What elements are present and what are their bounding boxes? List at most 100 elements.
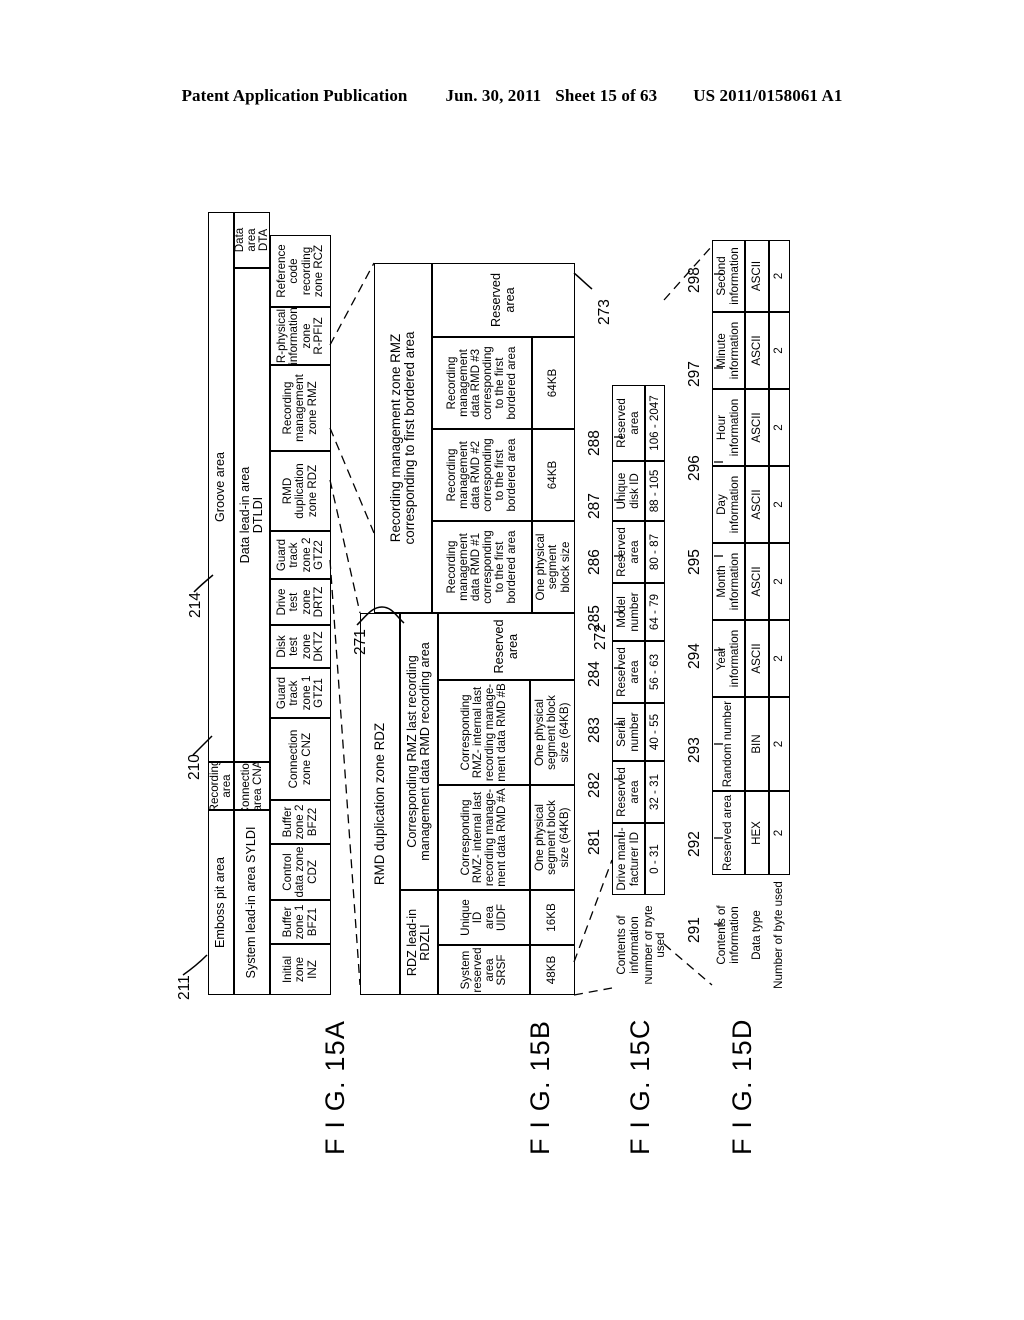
fig15d-content-6: Minute information	[712, 312, 745, 389]
fig15a-groove-area: Groove area	[208, 212, 234, 762]
fig15b-caption: F I G. 15B	[525, 1019, 555, 1155]
fig15d-bytes-0: 2	[769, 791, 790, 875]
fig15c-bytes-6: 88 - 105	[645, 461, 665, 521]
fig15a-zone-initial: Initial zone INZ	[270, 944, 331, 995]
fig15b-group-last-recording-area: Corresponding RMZ last recording managem…	[400, 613, 438, 890]
fig15b2-size-64kb-b: 64KB	[532, 337, 575, 429]
fig15d-table-wrapper: Contents of information Data type Number…	[712, 240, 790, 995]
fig15d-type-4: ASCII	[745, 466, 769, 543]
fig15c-bytes-2: 40 - 55	[645, 703, 665, 761]
fig15b-size-16kb: 16KB	[530, 890, 575, 945]
fig15b2-size-one-physical: One physical segment block size	[532, 521, 575, 613]
fig15c-content-4: Model number	[612, 583, 645, 641]
fig15c-caption: F I G. 15C	[625, 1018, 655, 1155]
fig15d-caption: F I G. 15D	[727, 1018, 757, 1155]
fig15a-system-lead-in-area: System lead-in area SYLDI	[234, 810, 270, 995]
fig15d-content-3: Month information	[712, 543, 745, 620]
fig15b-cell-unique-id: Unique ID area UIDF	[438, 890, 530, 945]
fig15a-table: Emboss pit area Recording area Groove ar…	[208, 212, 331, 995]
numeral-287: 287	[586, 493, 603, 519]
fig15c-content-0: Drive manu- facturer ID	[612, 823, 645, 895]
fig15b-cell-rmd-b: Corresponding RMZ- internal last recordi…	[438, 680, 530, 785]
fig15b-group-rdz-lead-in: RDZ lead-in RDZLI	[400, 890, 438, 995]
fig15c-bytes-5: 80 - 87	[645, 521, 665, 583]
fig15d-bytes-2: 2	[769, 620, 790, 697]
fig15b-size-b: One physical segment block size (64KB)	[530, 680, 575, 785]
fig15a-zone-guard-track1: Guard track zone 1 GTZ1	[270, 668, 331, 718]
fig15b-size-48kb: 48KB	[530, 945, 575, 995]
fig15c-content-7: Reserved area	[612, 385, 645, 461]
fig15c-bytes-0: 0 - 31	[645, 823, 665, 895]
header-sheet: Sheet 15 of 63	[555, 86, 658, 105]
fig15a-zone-guard-track2: Guard track zone 2 GTZ2	[270, 531, 331, 579]
fig15a-table-wrapper: Emboss pit area Recording area Groove ar…	[208, 212, 331, 995]
fig15d-type-1: BIN	[745, 697, 769, 791]
fig15b2-title: Recording management zone RMZ correspond…	[374, 263, 432, 613]
fig15b-cell-reserved: Reserved area	[438, 613, 575, 680]
fig15a-zone-drive-test: Drive test zone DRTZ	[270, 579, 331, 625]
header-date: Jun. 30, 2011	[445, 86, 542, 105]
fig15a-zone-reference-code: Reference code recording zone RCZ	[270, 235, 331, 307]
fig15d-type-3: ASCII	[745, 543, 769, 620]
fig15d-rowlabel-bytes: Number of byte used	[772, 881, 786, 989]
fig15c-content-6: Unique disk ID	[612, 461, 645, 521]
numeral-285: 285	[586, 605, 603, 631]
fig15a-zone-connection: Connection zone CNZ	[270, 718, 331, 800]
fig15c-table: Contents of information Number of byte u…	[612, 385, 665, 995]
fig15c-content-5: Reserved area	[612, 521, 645, 583]
numeral-282: 282	[586, 772, 603, 798]
numeral-284: 284	[586, 661, 603, 687]
header-publication: Patent Application Publication	[181, 86, 408, 105]
fig15d-bytes-7: 2	[769, 240, 790, 312]
fig15d-bytes-4: 2	[769, 466, 790, 543]
numeral-210: 210	[186, 754, 203, 780]
fig15a-zone-buffer1: Buffer zone 1 BFZ1	[270, 900, 331, 944]
fig15d-bytes-1: 2	[769, 697, 790, 791]
fig15a-connection-area-cna: Connection area CNA	[234, 762, 270, 810]
fig15b-title: RMD duplication zone RDZ	[360, 613, 400, 995]
fig15b2-size-64kb-a: 64KB	[532, 429, 575, 521]
fig15b2-cell-rmd3: Recording management data RMD #3 corresp…	[432, 337, 532, 429]
fig15d-type-2: ASCII	[745, 620, 769, 697]
fig15c-rowlabel-contents: Contents of information	[615, 915, 641, 975]
fig15d-type-7: ASCII	[745, 240, 769, 312]
fig15d-content-7: Second information	[712, 240, 745, 312]
fig15d-type-6: ASCII	[745, 312, 769, 389]
fig15a-emboss-pit-area: Emboss pit area	[208, 810, 234, 995]
fig15d-content-0: Reserved area	[712, 791, 745, 875]
numeral-294: 294	[686, 643, 703, 669]
fig15d-table: Contents of information Data type Number…	[712, 240, 790, 995]
fig15b-cell-rmd-a: Corresponding RMZ- internal last recordi…	[438, 785, 530, 890]
fig15a-zone-control-data: Control data zone CDZ	[270, 844, 331, 900]
numeral-296: 296	[686, 455, 703, 481]
fig15b-cell-system-reserved: System reserved area SRSF	[438, 945, 530, 995]
numeral-286: 286	[586, 549, 603, 575]
fig15d-type-0: HEX	[745, 791, 769, 875]
fig15b2-cell-rmd1: Recording management data RMD #1 corresp…	[432, 521, 532, 613]
fig15a-data-lead-in-area: Data lead-in area DTLDI	[234, 268, 270, 762]
numeral-291: 291	[686, 917, 703, 943]
fig15b-table-wrapper: RMD duplication zone RDZ RDZ lead-in RDZ…	[360, 613, 575, 995]
fig15a-zone-disk-test: Disk test zone DKTZ	[270, 625, 331, 668]
numeral-273: 273	[596, 299, 613, 325]
fig15b-size-a: One physical segment block size (64KB)	[530, 785, 575, 890]
fig15c-rowlabel-bytes: Number of byte used	[645, 905, 665, 985]
fig15a-caption: F I G. 15A	[320, 1019, 350, 1155]
fig15a-zone-buffer2: Buffer zone 2 BFZ2	[270, 800, 331, 844]
numeral-297: 297	[686, 361, 703, 387]
fig15a-data-area-dta: Data area DTA	[234, 212, 270, 268]
numeral-283: 283	[586, 717, 603, 743]
fig15c-content-3: Reserved area	[612, 641, 645, 703]
fig15d-content-1: Random number	[712, 697, 745, 791]
fig15a-zone-r-physical-info: R-physical information zone R-PFIZ	[270, 307, 331, 365]
fig15c-bytes-3: 56 - 63	[645, 641, 665, 703]
numeral-271: 271	[352, 629, 369, 655]
fig15c-table-wrapper: Contents of information Number of byte u…	[612, 385, 665, 995]
fig15c-content-1: Reserved area	[612, 761, 645, 823]
header-docnum: US 2011/0158061 A1	[693, 86, 843, 105]
fig15d-bytes-5: 2	[769, 389, 790, 466]
numeral-298: 298	[686, 267, 703, 293]
fig15b-table: RMD duplication zone RDZ RDZ lead-in RDZ…	[360, 613, 575, 995]
fig15a-zone-recording-management: Recording management zone RMZ	[270, 365, 331, 451]
fig15d-bytes-3: 2	[769, 543, 790, 620]
